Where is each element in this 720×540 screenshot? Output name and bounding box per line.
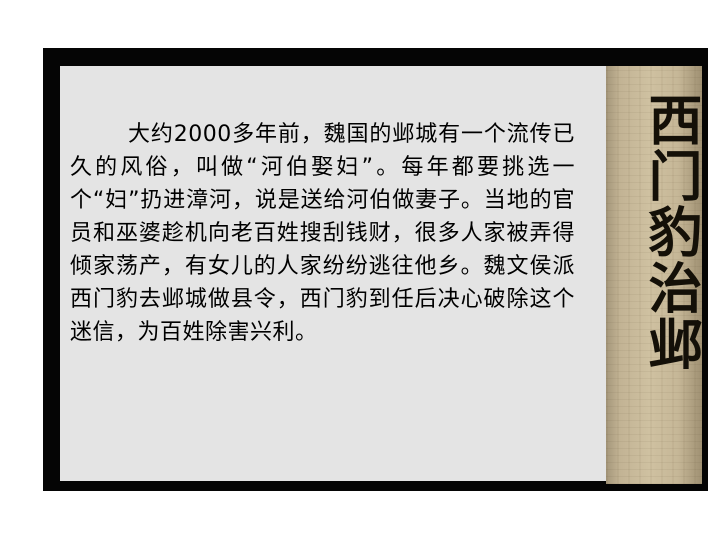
slide: 大约2000多年前，魏国的邺城有一个流传已久的风俗，叫做“河伯娶妇”。每年都要挑… [0, 0, 720, 540]
scroll-title: 西门豹治邺 [639, 92, 703, 372]
passage-text: 大约2000多年前，魏国的邺城有一个流传已久的风俗，叫做“河伯娶妇”。每年都要挑… [70, 122, 575, 345]
scroll-title-image: 西门豹治邺 [606, 66, 703, 484]
text-panel: 大约2000多年前，魏国的邺城有一个流传已久的风俗，叫做“河伯娶妇”。每年都要挑… [60, 66, 606, 481]
